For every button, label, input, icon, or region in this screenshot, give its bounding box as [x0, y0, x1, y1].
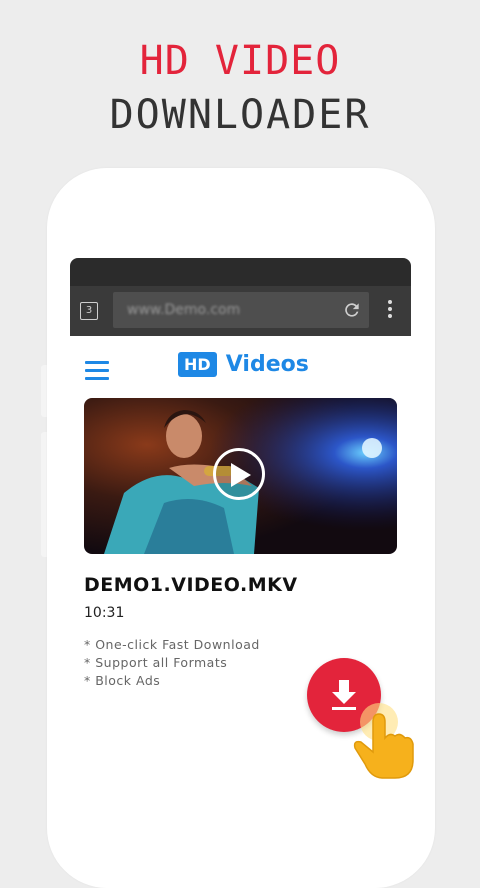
status-bar: [70, 258, 411, 286]
feature-item: * Support all Formats: [84, 655, 228, 670]
url-text: www.Demo.com: [127, 302, 241, 318]
feature-list: * One-click Fast Download * Support all …: [84, 636, 260, 690]
headline-line1: HD VIDEO: [139, 38, 341, 84]
video-title: DEMO1.VIDEO.MKV: [84, 574, 298, 596]
play-button[interactable]: [213, 448, 265, 500]
more-vert-icon[interactable]: [388, 300, 392, 320]
play-icon: [231, 463, 251, 487]
logo-badge: HD: [178, 352, 217, 377]
app-bar: HD Videos: [70, 336, 411, 396]
url-bar[interactable]: www.Demo.com: [113, 292, 369, 328]
reload-icon[interactable]: [342, 300, 362, 320]
tabs-icon[interactable]: 3: [80, 302, 98, 320]
feature-item: * Block Ads: [84, 673, 161, 688]
hamburger-menu-icon[interactable]: [85, 361, 109, 380]
app-logo: HD Videos: [178, 352, 309, 380]
feature-item: * One-click Fast Download: [84, 637, 260, 652]
logo-text: Videos: [225, 352, 309, 377]
video-duration: 10:31: [84, 605, 125, 621]
video-thumbnail[interactable]: [84, 398, 397, 554]
headline-line2: DOWNLOADER: [109, 92, 371, 138]
tap-hand-icon: [353, 703, 414, 779]
browser-toolbar: 3 www.Demo.com: [70, 286, 411, 336]
